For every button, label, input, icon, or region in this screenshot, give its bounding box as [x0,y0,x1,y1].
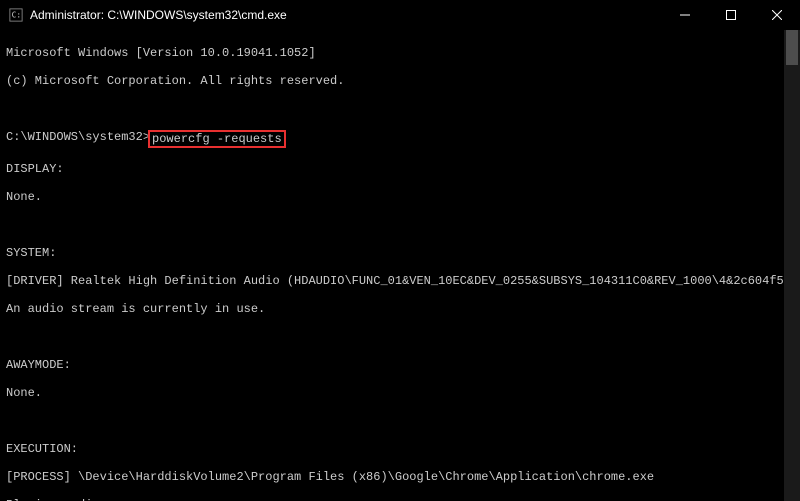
blank-line [6,330,800,344]
section-value: None. [6,190,800,204]
section-value: [PROCESS] \Device\HarddiskVolume2\Progra… [6,470,800,484]
blank-line [6,218,800,232]
prompt-path: C:\WINDOWS\system32> [6,130,150,148]
section-value: None. [6,386,800,400]
blank-line [6,102,800,116]
vertical-scrollbar[interactable] [784,30,800,501]
banner-line: Microsoft Windows [Version 10.0.19041.10… [6,46,800,60]
scrollbar-thumb[interactable] [786,30,798,65]
section-header: SYSTEM: [6,246,800,260]
window-title: Administrator: C:\WINDOWS\system32\cmd.e… [30,8,662,22]
svg-text:C:: C: [12,11,21,20]
prompt-line: C:\WINDOWS\system32>powercfg -requests [6,130,800,148]
section-value: [DRIVER] Realtek High Definition Audio (… [6,274,800,288]
blank-line [6,414,800,428]
minimize-button[interactable] [662,0,708,30]
section-header: EXECUTION: [6,442,800,456]
console-output[interactable]: Microsoft Windows [Version 10.0.19041.10… [0,30,800,501]
section-value: An audio stream is currently in use. [6,302,800,316]
highlighted-command: powercfg -requests [148,130,286,148]
banner-line: (c) Microsoft Corporation. All rights re… [6,74,800,88]
section-header: AWAYMODE: [6,358,800,372]
close-button[interactable] [754,0,800,30]
window-titlebar: C: Administrator: C:\WINDOWS\system32\cm… [0,0,800,30]
section-header: DISPLAY: [6,162,800,176]
maximize-button[interactable] [708,0,754,30]
window-controls [662,0,800,30]
cmd-icon: C: [8,7,24,23]
